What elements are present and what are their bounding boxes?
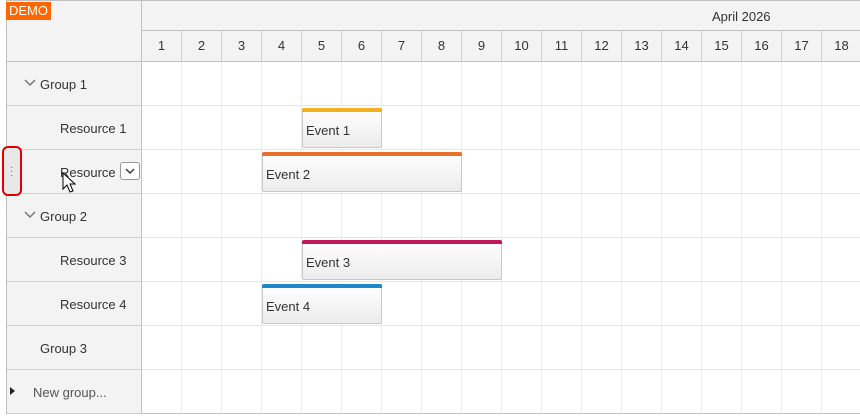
month-label: April 2026 xyxy=(712,9,771,24)
grid-line xyxy=(581,62,582,414)
event-label: Event 2 xyxy=(266,167,311,182)
day-header-cell: 6 xyxy=(342,31,382,62)
day-header-cell: 13 xyxy=(622,31,662,62)
timeline-grid[interactable]: Event 1 Event 2 Event 3 Event 4 xyxy=(142,62,860,414)
row-group-3[interactable]: Group 3 xyxy=(6,326,142,370)
event-1[interactable]: Event 1 xyxy=(302,108,382,148)
row-new-group[interactable]: New group... xyxy=(6,370,142,414)
mouse-cursor-icon xyxy=(62,172,77,193)
event-label: Event 3 xyxy=(306,255,351,270)
day-header-cell: 2 xyxy=(182,31,222,62)
grid-line xyxy=(421,62,422,414)
row-drag-handle[interactable]: · · · xyxy=(2,146,22,196)
grid-line xyxy=(741,62,742,414)
grid-line xyxy=(541,62,542,414)
day-header-cell: 11 xyxy=(542,31,582,62)
event-color-bar xyxy=(262,284,382,288)
event-4[interactable]: Event 4 xyxy=(262,284,382,324)
row-headers: Group 1 Resource 1 Resource 2 Group 2 Re… xyxy=(6,62,142,414)
chevron-down-icon[interactable] xyxy=(24,208,36,220)
event-color-bar xyxy=(262,152,462,156)
row-group-2[interactable]: Group 2 xyxy=(6,194,142,238)
grid-line xyxy=(501,62,502,414)
grid-line xyxy=(781,62,782,414)
row-resource-4[interactable]: Resource 4 xyxy=(6,282,142,326)
month-header: April 2026 xyxy=(142,0,860,31)
grid-line xyxy=(821,62,822,414)
day-header-cell: 4 xyxy=(262,31,302,62)
day-header-cell: 7 xyxy=(382,31,422,62)
grid-line xyxy=(701,62,702,414)
day-header-cell: 5 xyxy=(302,31,342,62)
new-group-label[interactable]: New group... xyxy=(33,385,107,400)
row-resource-1[interactable]: Resource 1 xyxy=(6,106,142,150)
event-3[interactable]: Event 3 xyxy=(302,240,502,280)
row-label: Group 2 xyxy=(40,209,87,224)
scheduler: DEMO April 2026 1 2 3 4 5 6 7 8 9 10 11 … xyxy=(0,0,860,416)
chevron-down-icon[interactable] xyxy=(24,76,36,88)
day-header-cell: 15 xyxy=(702,31,742,62)
day-header-cell: 17 xyxy=(782,31,822,62)
day-header-cell: 16 xyxy=(742,31,782,62)
drag-dots-icon: · · · xyxy=(10,162,14,181)
grid-line xyxy=(261,62,262,414)
grid-line xyxy=(461,62,462,414)
grid-line xyxy=(221,62,222,414)
day-header-cell: 10 xyxy=(502,31,542,62)
row-resource-3[interactable]: Resource 3 xyxy=(6,238,142,282)
event-label: Event 4 xyxy=(266,299,311,314)
caret-right-icon[interactable] xyxy=(10,387,15,395)
grid-line xyxy=(661,62,662,414)
row-label: Resource 4 xyxy=(60,297,127,312)
day-header-cell: 8 xyxy=(422,31,462,62)
day-header: 1 2 3 4 5 6 7 8 9 10 11 12 13 14 15 16 1… xyxy=(142,31,860,62)
day-header-cell: 1 xyxy=(142,31,182,62)
grid-line xyxy=(621,62,622,414)
row-label: Group 3 xyxy=(40,341,87,356)
day-header-cell: 3 xyxy=(222,31,262,62)
event-color-bar xyxy=(302,108,382,112)
day-header-cell: 14 xyxy=(662,31,702,62)
event-2[interactable]: Event 2 xyxy=(262,152,462,192)
row-label: Resource 3 xyxy=(60,253,127,268)
day-header-cell: 9 xyxy=(462,31,502,62)
chevron-down-icon xyxy=(125,168,135,174)
grid-line xyxy=(181,62,182,414)
demo-badge: DEMO xyxy=(6,2,51,20)
row-group-1[interactable]: Group 1 xyxy=(6,62,142,106)
row-label: Resource 1 xyxy=(60,121,127,136)
event-label: Event 1 xyxy=(306,123,351,138)
day-header-cell: 12 xyxy=(582,31,622,62)
row-menu-button[interactable] xyxy=(120,162,140,180)
day-header-cell: 18 xyxy=(822,31,860,62)
event-color-bar xyxy=(302,240,502,244)
row-label: Group 1 xyxy=(40,77,87,92)
